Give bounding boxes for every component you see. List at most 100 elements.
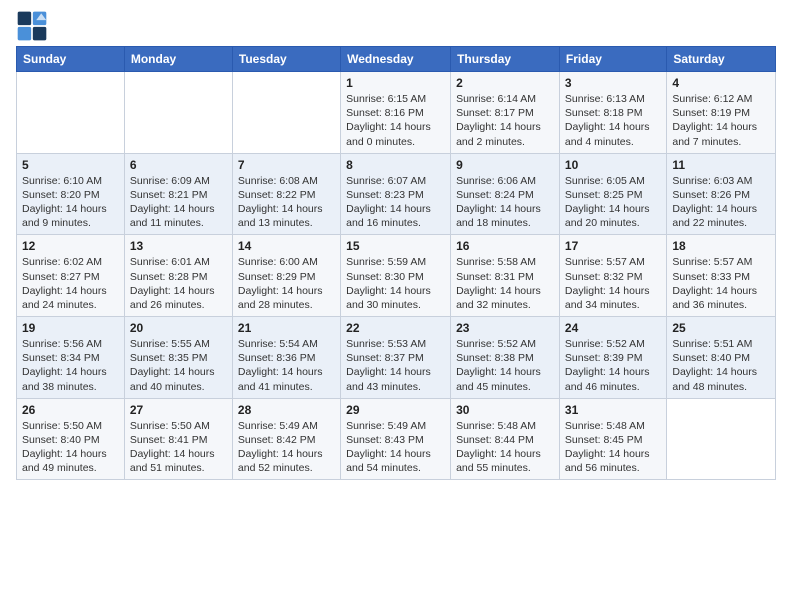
day-number: 11 (672, 158, 770, 172)
day-number: 21 (238, 321, 335, 335)
calendar-cell: 10 Sunrise: 6:05 AMSunset: 8:25 PMDayligh… (559, 153, 666, 235)
day-number: 28 (238, 403, 335, 417)
weekday-header-monday: Monday (124, 47, 232, 72)
weekday-header-wednesday: Wednesday (341, 47, 451, 72)
day-number: 25 (672, 321, 770, 335)
day-detail: Sunrise: 6:09 AMSunset: 8:21 PMDaylight:… (130, 174, 227, 231)
day-detail: Sunrise: 6:15 AMSunset: 8:16 PMDaylight:… (346, 92, 445, 149)
day-detail: Sunrise: 5:50 AMSunset: 8:41 PMDaylight:… (130, 419, 227, 476)
week-row-2: 5 Sunrise: 6:10 AMSunset: 8:20 PMDaylight… (17, 153, 776, 235)
calendar-cell: 11 Sunrise: 6:03 AMSunset: 8:26 PMDayligh… (667, 153, 776, 235)
calendar-cell: 21 Sunrise: 5:54 AMSunset: 8:36 PMDayligh… (232, 317, 340, 399)
day-number: 1 (346, 76, 445, 90)
calendar-cell (17, 72, 125, 154)
weekday-header-saturday: Saturday (667, 47, 776, 72)
calendar-cell: 9Sunrise: 6:06 AMSunset: 8:24 PMDaylight… (451, 153, 560, 235)
day-detail: Sunrise: 5:54 AMSunset: 8:36 PMDaylight:… (238, 337, 335, 394)
day-number: 17 (565, 239, 661, 253)
day-number: 13 (130, 239, 227, 253)
weekday-header-sunday: Sunday (17, 47, 125, 72)
day-detail: Sunrise: 5:53 AMSunset: 8:37 PMDaylight:… (346, 337, 445, 394)
day-detail: Sunrise: 5:48 AMSunset: 8:45 PMDaylight:… (565, 419, 661, 476)
day-detail: Sunrise: 5:59 AMSunset: 8:30 PMDaylight:… (346, 255, 445, 312)
day-number: 15 (346, 239, 445, 253)
day-detail: Sunrise: 6:12 AMSunset: 8:19 PMDaylight:… (672, 92, 770, 149)
day-number: 6 (130, 158, 227, 172)
day-number: 27 (130, 403, 227, 417)
calendar-cell (124, 72, 232, 154)
week-row-1: 1 Sunrise: 6:15 AMSunset: 8:16 PMDaylight… (17, 72, 776, 154)
day-number: 19 (22, 321, 119, 335)
calendar-cell: 8 Sunrise: 6:07 AMSunset: 8:23 PMDaylight… (341, 153, 451, 235)
calendar-cell: 18Sunrise: 5:57 AMSunset: 8:33 PMDayligh… (667, 235, 776, 317)
week-row-3: 12 Sunrise: 6:02 AMSunset: 8:27 PMDayligh… (17, 235, 776, 317)
day-detail: Sunrise: 5:55 AMSunset: 8:35 PMDaylight:… (130, 337, 227, 394)
day-number: 31 (565, 403, 661, 417)
day-detail: Sunrise: 6:07 AMSunset: 8:23 PMDaylight:… (346, 174, 445, 231)
calendar-cell: 13Sunrise: 6:01 AMSunset: 8:28 PMDayligh… (124, 235, 232, 317)
day-detail: Sunrise: 6:13 AMSunset: 8:18 PMDaylight:… (565, 92, 661, 149)
day-number: 12 (22, 239, 119, 253)
day-detail: Sunrise: 5:48 AMSunset: 8:44 PMDaylight:… (456, 419, 554, 476)
calendar-cell: 4 Sunrise: 6:12 AMSunset: 8:19 PMDaylight… (667, 72, 776, 154)
calendar-cell: 14 Sunrise: 6:00 AMSunset: 8:29 PMDayligh… (232, 235, 340, 317)
calendar-cell: 29Sunrise: 5:49 AMSunset: 8:43 PMDayligh… (341, 398, 451, 480)
calendar-cell: 3 Sunrise: 6:13 AMSunset: 8:18 PMDaylight… (559, 72, 666, 154)
day-detail: Sunrise: 6:14 AMSunset: 8:17 PMDaylight:… (456, 92, 554, 149)
calendar-cell: 25 Sunrise: 5:51 AMSunset: 8:40 PMDayligh… (667, 317, 776, 399)
weekday-header-thursday: Thursday (451, 47, 560, 72)
day-detail: Sunrise: 5:52 AMSunset: 8:38 PMDaylight:… (456, 337, 554, 394)
calendar-table: SundayMondayTuesdayWednesdayThursdayFrid… (16, 46, 776, 480)
day-detail: Sunrise: 5:49 AMSunset: 8:43 PMDaylight:… (346, 419, 445, 476)
day-detail: Sunrise: 6:08 AMSunset: 8:22 PMDaylight:… (238, 174, 335, 231)
day-number: 16 (456, 239, 554, 253)
day-detail: Sunrise: 5:50 AMSunset: 8:40 PMDaylight:… (22, 419, 119, 476)
calendar-cell (667, 398, 776, 480)
day-detail: Sunrise: 5:49 AMSunset: 8:42 PMDaylight:… (238, 419, 335, 476)
day-detail: Sunrise: 6:02 AMSunset: 8:27 PMDaylight:… (22, 255, 119, 312)
header (16, 10, 776, 42)
calendar-cell: 20 Sunrise: 5:55 AMSunset: 8:35 PMDayligh… (124, 317, 232, 399)
day-number: 8 (346, 158, 445, 172)
day-number: 5 (22, 158, 119, 172)
day-number: 14 (238, 239, 335, 253)
day-detail: Sunrise: 6:00 AMSunset: 8:29 PMDaylight:… (238, 255, 335, 312)
calendar-cell: 27 Sunrise: 5:50 AMSunset: 8:41 PMDayligh… (124, 398, 232, 480)
page: SundayMondayTuesdayWednesdayThursdayFrid… (0, 0, 792, 490)
calendar-cell: 24Sunrise: 5:52 AMSunset: 8:39 PMDayligh… (559, 317, 666, 399)
calendar-cell: 30 Sunrise: 5:48 AMSunset: 8:44 PMDayligh… (451, 398, 560, 480)
day-number: 7 (238, 158, 335, 172)
calendar-cell: 7 Sunrise: 6:08 AMSunset: 8:22 PMDaylight… (232, 153, 340, 235)
day-detail: Sunrise: 5:51 AMSunset: 8:40 PMDaylight:… (672, 337, 770, 394)
day-detail: Sunrise: 6:10 AMSunset: 8:20 PMDaylight:… (22, 174, 119, 231)
week-row-5: 26Sunrise: 5:50 AMSunset: 8:40 PMDayligh… (17, 398, 776, 480)
day-detail: Sunrise: 5:56 AMSunset: 8:34 PMDaylight:… (22, 337, 119, 394)
calendar-cell: 12 Sunrise: 6:02 AMSunset: 8:27 PMDayligh… (17, 235, 125, 317)
weekday-header-row: SundayMondayTuesdayWednesdayThursdayFrid… (17, 47, 776, 72)
calendar-cell: 28 Sunrise: 5:49 AMSunset: 8:42 PMDayligh… (232, 398, 340, 480)
day-number: 9 (456, 158, 554, 172)
day-detail: Sunrise: 5:58 AMSunset: 8:31 PMDaylight:… (456, 255, 554, 312)
calendar-cell: 16 Sunrise: 5:58 AMSunset: 8:31 PMDayligh… (451, 235, 560, 317)
day-number: 30 (456, 403, 554, 417)
logo (16, 10, 52, 42)
day-detail: Sunrise: 5:57 AMSunset: 8:32 PMDaylight:… (565, 255, 661, 312)
calendar-cell (232, 72, 340, 154)
week-row-4: 19 Sunrise: 5:56 AMSunset: 8:34 PMDayligh… (17, 317, 776, 399)
day-number: 24 (565, 321, 661, 335)
day-number: 4 (672, 76, 770, 90)
day-detail: Sunrise: 6:03 AMSunset: 8:26 PMDaylight:… (672, 174, 770, 231)
calendar-cell: 2 Sunrise: 6:14 AMSunset: 8:17 PMDaylight… (451, 72, 560, 154)
day-number: 22 (346, 321, 445, 335)
calendar-cell: 5 Sunrise: 6:10 AMSunset: 8:20 PMDaylight… (17, 153, 125, 235)
day-number: 3 (565, 76, 661, 90)
day-number: 10 (565, 158, 661, 172)
calendar-cell: 31 Sunrise: 5:48 AMSunset: 8:45 PMDayligh… (559, 398, 666, 480)
day-detail: Sunrise: 6:05 AMSunset: 8:25 PMDaylight:… (565, 174, 661, 231)
day-number: 23 (456, 321, 554, 335)
day-number: 2 (456, 76, 554, 90)
day-number: 20 (130, 321, 227, 335)
calendar-cell: 22 Sunrise: 5:53 AMSunset: 8:37 PMDayligh… (341, 317, 451, 399)
calendar-cell: 17 Sunrise: 5:57 AMSunset: 8:32 PMDayligh… (559, 235, 666, 317)
calendar-cell: 15 Sunrise: 5:59 AMSunset: 8:30 PMDayligh… (341, 235, 451, 317)
